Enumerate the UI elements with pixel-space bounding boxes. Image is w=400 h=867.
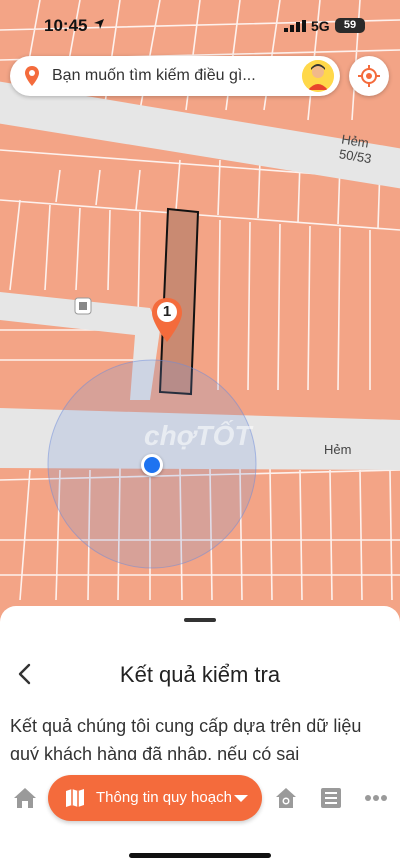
list-icon[interactable] xyxy=(320,786,342,810)
locate-button[interactable] xyxy=(349,56,389,96)
crosshair-icon xyxy=(358,65,380,87)
status-time: 10:45 xyxy=(44,16,88,35)
planning-map-icon xyxy=(66,789,84,807)
network-type: 5G xyxy=(311,18,330,34)
house-search-icon[interactable] xyxy=(275,786,297,810)
planning-info-label: Thông tin quy hoạch xyxy=(96,789,232,806)
battery-level: 59 xyxy=(335,18,365,33)
parcel-marker[interactable]: 1 xyxy=(150,296,184,344)
map-pin-icon xyxy=(25,66,39,86)
marker-number: 1 xyxy=(162,303,172,320)
location-arrow-icon xyxy=(94,19,104,29)
search-input[interactable]: Bạn muốn tìm kiếm điều gì... xyxy=(52,67,256,85)
sheet-title: Kết quả kiểm tra xyxy=(119,662,281,687)
user-location-dot xyxy=(141,454,163,476)
status-bar: 10:45 5G 59 xyxy=(0,0,400,50)
avatar-icon xyxy=(302,60,334,92)
avatar[interactable] xyxy=(302,60,334,92)
street-label-middle: Hẻm xyxy=(324,442,352,457)
home-icon[interactable] xyxy=(12,786,38,810)
sheet-grabber[interactable] xyxy=(184,618,216,622)
planning-info-button[interactable]: Thông tin quy hoạch xyxy=(48,775,262,821)
poi-marker-icon xyxy=(74,297,92,315)
search-bar[interactable]: Bạn muốn tìm kiếm điều gì... xyxy=(10,56,340,96)
more-icon[interactable] xyxy=(364,794,388,802)
watermark: chợTỐT xyxy=(144,420,252,451)
signal-icon xyxy=(284,20,306,32)
chevron-down-icon xyxy=(234,795,248,802)
home-indicator xyxy=(129,853,271,858)
